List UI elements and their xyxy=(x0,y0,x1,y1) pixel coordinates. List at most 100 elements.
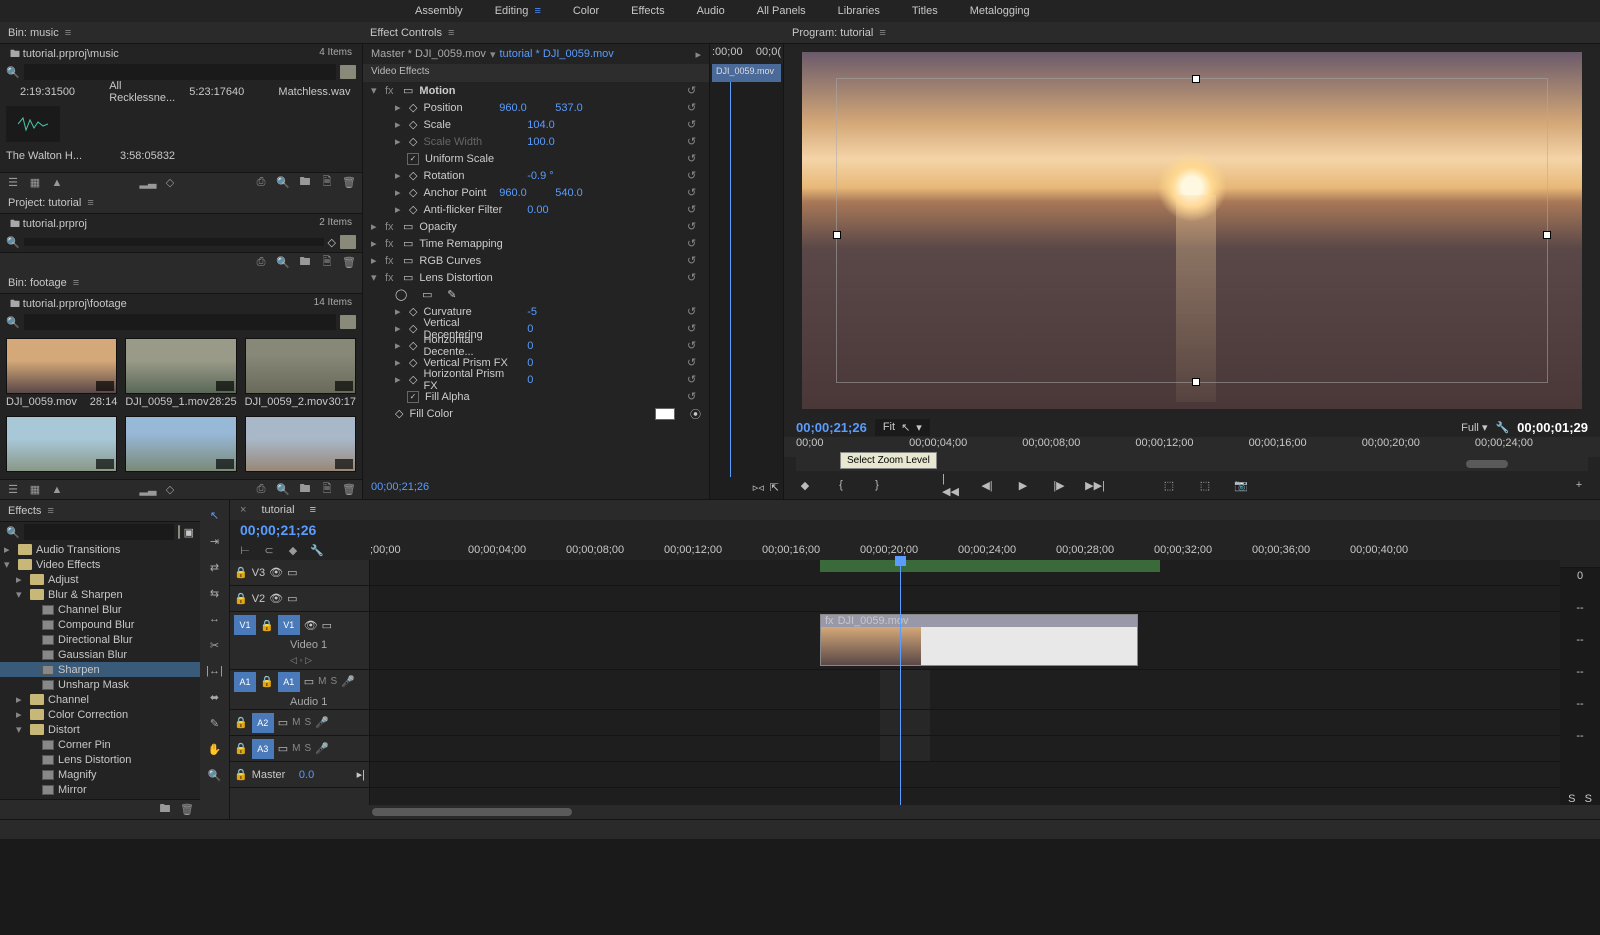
folder-icon[interactable] xyxy=(340,315,356,329)
effect-preset[interactable]: Mirror xyxy=(0,782,200,797)
hand-tool[interactable]: ✋ xyxy=(206,740,224,758)
lift-button[interactable]: ⬚ xyxy=(1160,476,1178,494)
property-value[interactable]: 537.0 xyxy=(555,102,605,114)
checkbox[interactable]: ✓ xyxy=(407,153,419,165)
ellipse-mask-icon[interactable]: ◯ xyxy=(395,288,407,301)
rate-stretch-tool[interactable]: ↔ xyxy=(206,610,224,628)
zoom-tool[interactable]: 🔍 xyxy=(206,766,224,784)
panel-menu-icon[interactable]: ≡ xyxy=(65,27,71,39)
search-icon[interactable]: 🔍 xyxy=(6,316,20,329)
prev-keyframe-icon[interactable]: ▹◃ xyxy=(753,481,764,495)
step-back-button[interactable]: ◀| xyxy=(978,476,996,494)
zoom-slider-icon[interactable]: ▂▃ xyxy=(141,176,155,190)
icon-view-icon[interactable]: ▦ xyxy=(28,176,42,190)
bin-music-search[interactable] xyxy=(24,64,336,80)
property-value[interactable]: 540.0 xyxy=(555,187,605,199)
export-frame-button[interactable]: 📷 xyxy=(1232,476,1250,494)
footage-thumb[interactable] xyxy=(125,416,236,474)
snap-icon[interactable]: ⊢ xyxy=(238,543,252,557)
sort-icon[interactable]: ◇ xyxy=(163,483,177,497)
search-icon[interactable]: 🔍 xyxy=(6,66,20,79)
effect-group[interactable]: ▾fx▭Lens Distortion↺ xyxy=(363,269,709,286)
effect-group[interactable]: ▸fx▭RGB Curves↺ xyxy=(363,252,709,269)
bin-footage-search[interactable] xyxy=(24,314,336,330)
reset-icon[interactable]: ↺ xyxy=(687,339,701,352)
yuvbadge-icon[interactable]: ▣ xyxy=(184,526,194,539)
effect-controls-timecode[interactable]: 00;00;21;26 xyxy=(363,477,709,499)
wrench-icon[interactable]: 🔧 xyxy=(1495,421,1509,434)
effect-preset[interactable]: Gaussian Blur xyxy=(0,647,200,662)
reset-icon[interactable]: ↺ xyxy=(687,237,701,250)
tab-libraries[interactable]: Libraries xyxy=(838,5,880,17)
icon-view-icon[interactable]: ▦ xyxy=(28,483,42,497)
reset-icon[interactable]: ↺ xyxy=(687,390,701,403)
folder-icon[interactable] xyxy=(340,235,356,249)
go-to-in-button[interactable]: |◀◀ xyxy=(942,476,960,494)
color-swatch[interactable] xyxy=(655,408,675,420)
tab-editing[interactable]: Editing ≡ xyxy=(495,5,541,17)
settings-icon[interactable]: 🔧 xyxy=(310,543,324,557)
tab-color[interactable]: Color xyxy=(573,5,599,17)
effect-folder[interactable]: ▾Blur & Sharpen xyxy=(0,587,200,602)
reset-icon[interactable]: ↺ xyxy=(687,254,701,267)
tab-allpanels[interactable]: All Panels xyxy=(757,5,806,17)
new-item-icon[interactable]: 🗎 xyxy=(320,256,334,270)
reset-icon[interactable]: ↺ xyxy=(687,135,701,148)
source-a1-patch[interactable]: A1 xyxy=(234,672,256,692)
freeform-icon[interactable]: ▲ xyxy=(50,176,64,190)
effect-group[interactable]: ▸fx▭Opacity↺ xyxy=(363,218,709,235)
clip-name[interactable]: The Walton H... xyxy=(6,150,106,162)
master-clip-label[interactable]: Master * DJI_0059.mov xyxy=(371,48,486,60)
playhead[interactable] xyxy=(900,560,901,805)
target-a1-patch[interactable]: A1 xyxy=(278,672,300,692)
slide-tool[interactable]: ⬌ xyxy=(206,688,224,706)
reset-icon[interactable]: ↺ xyxy=(687,101,701,114)
audio-waveform-thumb[interactable] xyxy=(6,106,60,142)
zoom-slider-icon[interactable]: ▂▃ xyxy=(141,483,155,497)
tab-audio[interactable]: Audio xyxy=(697,5,725,17)
reset-icon[interactable]: ↺ xyxy=(687,203,701,216)
effects-search[interactable] xyxy=(24,524,174,540)
effect-mini-timeline[interactable]: :00;0000;0( DJI_0059.mov ▹◃⇱ xyxy=(710,44,784,499)
search-icon[interactable]: 🔍 xyxy=(6,236,20,249)
button-editor-icon[interactable]: + xyxy=(1570,476,1588,494)
pen-tool[interactable]: ✎ xyxy=(206,714,224,732)
sequence-clip-label[interactable]: tutorial * DJI_0059.mov xyxy=(499,48,613,60)
sort-icon[interactable]: ◇ xyxy=(163,176,177,190)
zoom-level-dropdown[interactable]: Fit↖▾ xyxy=(875,419,930,436)
clip-name[interactable]: All Recklessne... xyxy=(109,80,175,104)
trash-icon[interactable]: 🗑 xyxy=(342,483,356,497)
program-timecode[interactable]: 00;00;21;26 xyxy=(796,420,867,435)
list-view-icon[interactable]: ☰ xyxy=(6,176,20,190)
effect-preset[interactable]: Channel Blur xyxy=(0,602,200,617)
effect-folder[interactable]: ▾Video Effects xyxy=(0,557,200,572)
mark-out-button[interactable]: } xyxy=(868,476,886,494)
rolling-edit-tool[interactable]: ⇆ xyxy=(206,584,224,602)
ripple-edit-tool[interactable]: ⇄ xyxy=(206,558,224,576)
effect-folder[interactable]: ▸Audio Transitions xyxy=(0,542,200,557)
property-value[interactable]: 0 xyxy=(527,323,577,335)
resolution-dropdown[interactable]: Full ▾ xyxy=(1461,421,1487,434)
new-bin-icon[interactable]: 🖿 xyxy=(298,176,312,190)
slip-tool[interactable]: |↔| xyxy=(206,662,224,680)
video-clip[interactable]: fxDJI_0059.mov xyxy=(820,614,1138,666)
reset-icon[interactable]: ↺ xyxy=(687,220,701,233)
program-monitor[interactable] xyxy=(802,52,1582,409)
automate-icon[interactable]: ⎙ xyxy=(254,256,268,270)
eyedropper-icon[interactable]: ⦿ xyxy=(690,406,701,422)
reset-icon[interactable]: ↺ xyxy=(687,186,701,199)
checkbox[interactable]: ✓ xyxy=(407,391,419,403)
panel-menu-icon[interactable]: ≡ xyxy=(879,27,885,39)
property-value[interactable]: -0.9 ° xyxy=(527,170,577,182)
trash-icon[interactable]: 🗑 xyxy=(180,803,194,817)
preset-bin-icon[interactable] xyxy=(178,525,180,539)
folder-icon[interactable] xyxy=(340,65,356,79)
footage-thumb[interactable]: DJI_0059_2.mov30:17 xyxy=(245,338,356,408)
timeline-zoom-scrollbar[interactable] xyxy=(372,808,572,816)
property-value[interactable]: 0.00 xyxy=(527,204,577,216)
reset-icon[interactable]: ↺ xyxy=(687,84,701,97)
effect-folder[interactable]: ▸Channel xyxy=(0,692,200,707)
tab-assembly[interactable]: Assembly xyxy=(415,5,463,17)
panel-menu-icon[interactable]: ≡ xyxy=(87,197,93,209)
new-bin-icon[interactable]: 🖿 xyxy=(158,803,172,817)
